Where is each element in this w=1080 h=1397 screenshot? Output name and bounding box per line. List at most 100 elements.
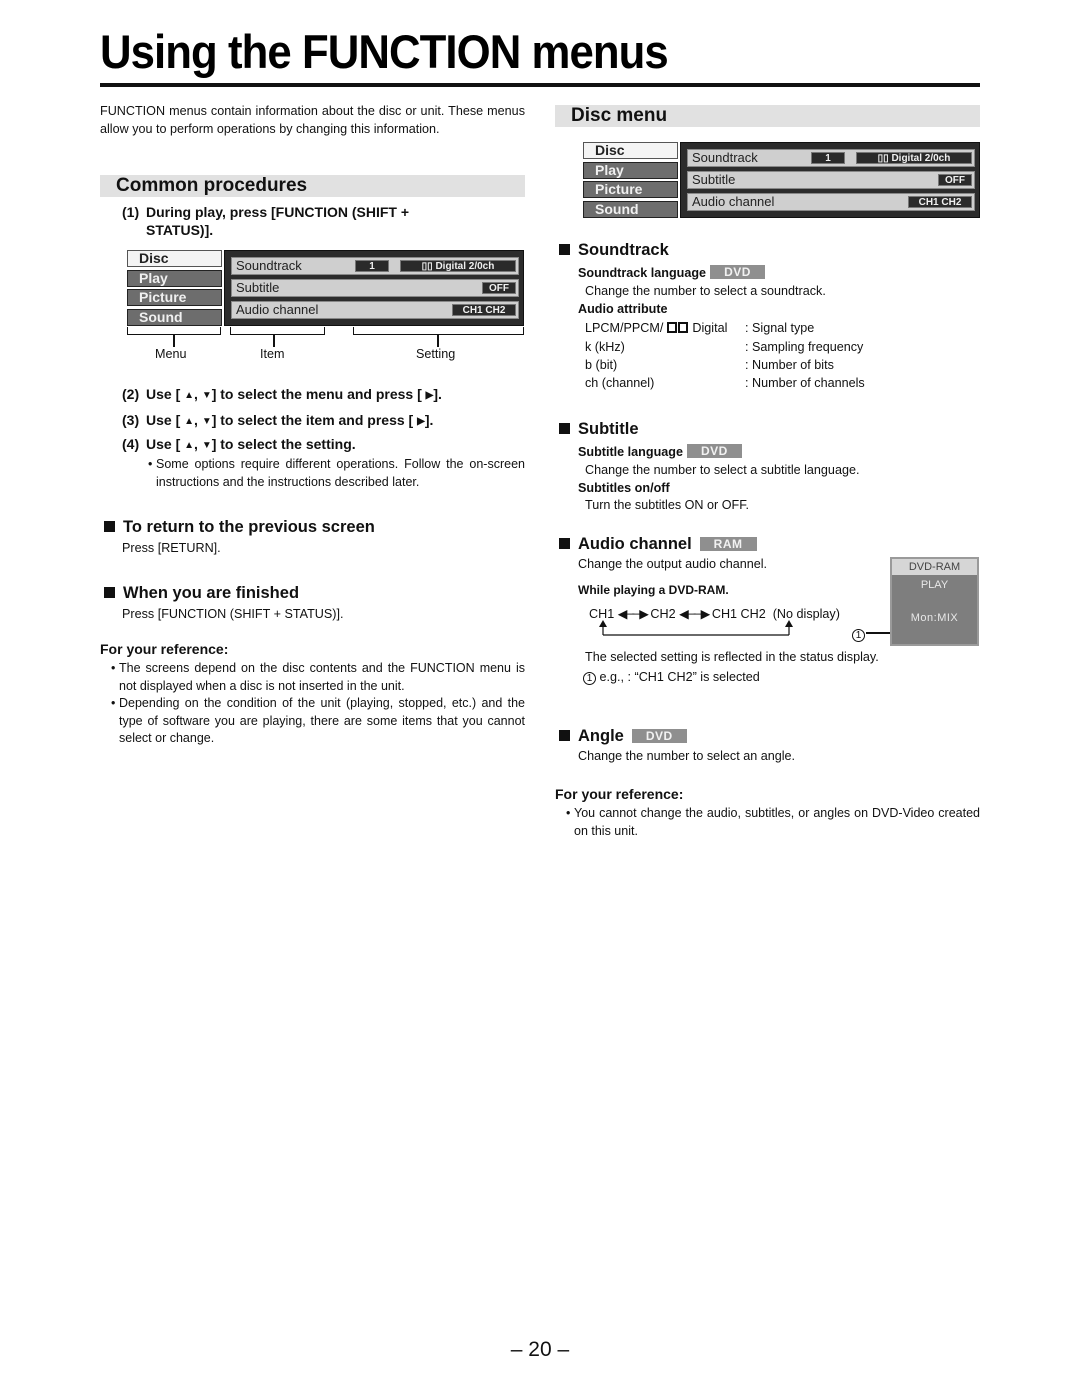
step-text: During play, press [FUNCTION (SHIFT + [146, 204, 410, 220]
step-2: (2) Use [ ▲, ▼] to select the menu and pr… [122, 386, 442, 402]
channel-cycle: CH1 ◀──▶ CH2 ◀──▶ CH1 CH2 (No display) [589, 606, 840, 621]
common-procedures-heading: Common procedures [100, 175, 525, 197]
item-label: Subtitle [236, 280, 280, 295]
step-4-note: • Some options require different operatio… [148, 457, 525, 489]
attr-key: k (kHz) [585, 340, 625, 354]
reference-heading: For your reference: [100, 641, 229, 657]
soundtrack-heading: Soundtrack [559, 241, 669, 260]
step-3: (3) Use [ ▲, ▼] to select the item and pr… [122, 412, 434, 428]
item-bracket-stem [273, 335, 275, 347]
soundtrack-number-value: 1 [355, 260, 389, 272]
bullet: • [566, 806, 571, 820]
menu-list: Disc Play Picture Sound [583, 142, 678, 218]
status-disc-type: DVD-RAM [892, 559, 977, 575]
setting-label: Setting [416, 347, 456, 361]
callout-number: 1 [583, 672, 596, 685]
item-soundtrack: Soundtrack 1 ▯▯ Digital 2/0ch [687, 149, 975, 167]
item-label: Soundtrack [236, 258, 302, 273]
dolby-icon [677, 322, 688, 333]
title-rule [100, 83, 980, 87]
attr-key: ch (channel) [585, 376, 655, 390]
cycle-ch1: CH1 [589, 607, 615, 621]
status-play: PLAY [920, 579, 949, 591]
finished-text: Press [FUNCTION (SHIFT + STATUS)]. [122, 607, 344, 621]
soundtrack-language-text: Change the number to select a soundtrack… [585, 284, 826, 298]
reference-bullet-2: • Depending on the condition of the unit … [111, 696, 525, 745]
soundtrack-format-value: ▯▯ Digital 2/0ch [400, 260, 516, 272]
reflect-text: The selected setting is reflected in the… [585, 650, 879, 664]
square-bullet-icon [104, 587, 115, 598]
soundtrack-number-value: 1 [811, 152, 845, 164]
down-arrow-icon: ▼ [201, 416, 212, 427]
attr-key: LPCM/PPCM/ Digital [585, 321, 728, 335]
item-subtitle: Subtitle OFF [231, 279, 519, 297]
dvd-badge: DVD [686, 444, 742, 458]
setting-bracket [353, 327, 524, 335]
bullet: • [148, 457, 153, 471]
dvd-badge: DVD [631, 729, 687, 743]
item-label: Subtitle [692, 172, 736, 187]
cycle-ch1-ch2: CH1 CH2 [711, 607, 766, 621]
status-monitor: Mon:MIX [910, 612, 959, 624]
down-arrow-icon: ▼ [201, 390, 212, 401]
cycle-return-arrow [599, 620, 793, 636]
dvd-badge: DVD [710, 265, 765, 279]
reference-bullet-1: • You cannot change the audio, subtitles,… [566, 806, 980, 838]
reference-bullet-1: • The screens depend on the disc contents… [111, 661, 525, 693]
square-bullet-icon [104, 521, 115, 532]
function-menu-screen: Disc Play Picture Sound Soundtrack 1 ▯▯ … [127, 250, 524, 326]
dolby-icon [666, 322, 677, 333]
dolby-icon: ▯▯ [877, 153, 892, 164]
up-arrow-icon: ▲ [184, 390, 195, 401]
cycle-ch2: CH2 [650, 607, 676, 621]
attr-value: : Signal type [745, 321, 815, 335]
return-text: Press [RETURN]. [122, 541, 221, 555]
subtitle-value: OFF [482, 282, 516, 294]
finished-heading: When you are finished [104, 584, 299, 603]
attr-value: : Number of bits [745, 358, 834, 372]
menu-item-play: Play [127, 270, 222, 287]
step-number: (1) [122, 204, 140, 220]
step-1-continued: STATUS)]. [146, 222, 214, 238]
angle-text: Change the number to select an angle. [578, 749, 796, 763]
audio-attribute-table: LPCM/PPCM/ Digital : Signal type k (kHz)… [585, 320, 975, 392]
audio-channel-value: CH1 CH2 [452, 304, 516, 316]
item-bracket [230, 327, 325, 335]
angle-heading: Angle DVD [559, 727, 687, 746]
item-soundtrack: Soundtrack 1 ▯▯ Digital 2/0ch [231, 257, 519, 275]
up-arrow-icon: ▲ [184, 440, 195, 451]
soundtrack-format-value: ▯▯ Digital 2/0ch [856, 152, 972, 164]
step-1: (1) During play, press [FUNCTION (SHIFT + [122, 204, 409, 220]
item-label: Soundtrack [692, 150, 758, 165]
callout-line [866, 632, 892, 634]
disc-menu-heading: Disc menu [555, 105, 980, 127]
setting-bracket-stem [437, 335, 439, 347]
item-label: Audio channel [236, 302, 319, 317]
bullet: • [111, 696, 116, 710]
right-arrow-icon: ▶ [417, 416, 425, 427]
square-bullet-icon [559, 244, 570, 255]
example-text: 1 e.g., : “CH1 CH2” is selected [583, 670, 760, 685]
item-label: Item [260, 347, 285, 361]
square-bullet-icon [559, 423, 570, 434]
disc-menu-screen: Disc Play Picture Sound Soundtrack 1 ▯▯ … [583, 142, 980, 218]
menu-label: Menu [155, 347, 187, 361]
menu-item-disc: Disc [583, 142, 678, 159]
down-arrow-icon: ▼ [201, 440, 212, 451]
page-number: – 20 – [510, 1338, 570, 1361]
bullet: • [111, 661, 116, 675]
item-subtitle: Subtitle OFF [687, 171, 975, 189]
menu-bracket [127, 327, 221, 335]
menu-item-picture: Picture [583, 181, 678, 198]
intro-text: FUNCTION menus contain information about… [100, 104, 525, 136]
menu-item-picture: Picture [127, 289, 222, 306]
menu-item-sound: Sound [127, 309, 222, 326]
while-playing-label: While playing a DVD-RAM. [578, 583, 729, 597]
up-arrow-icon: ▲ [184, 416, 195, 427]
double-arrow-icon: ◀──▶ [679, 607, 710, 621]
subtitle-language-label: Subtitle language DVD [578, 444, 742, 459]
subtitle-value: OFF [938, 174, 972, 186]
item-audio-channel: Audio channel CH1 CH2 [231, 301, 519, 319]
subtitles-onoff-label: Subtitles on/off [578, 481, 670, 495]
soundtrack-language-label: Soundtrack language DVD [578, 265, 765, 280]
